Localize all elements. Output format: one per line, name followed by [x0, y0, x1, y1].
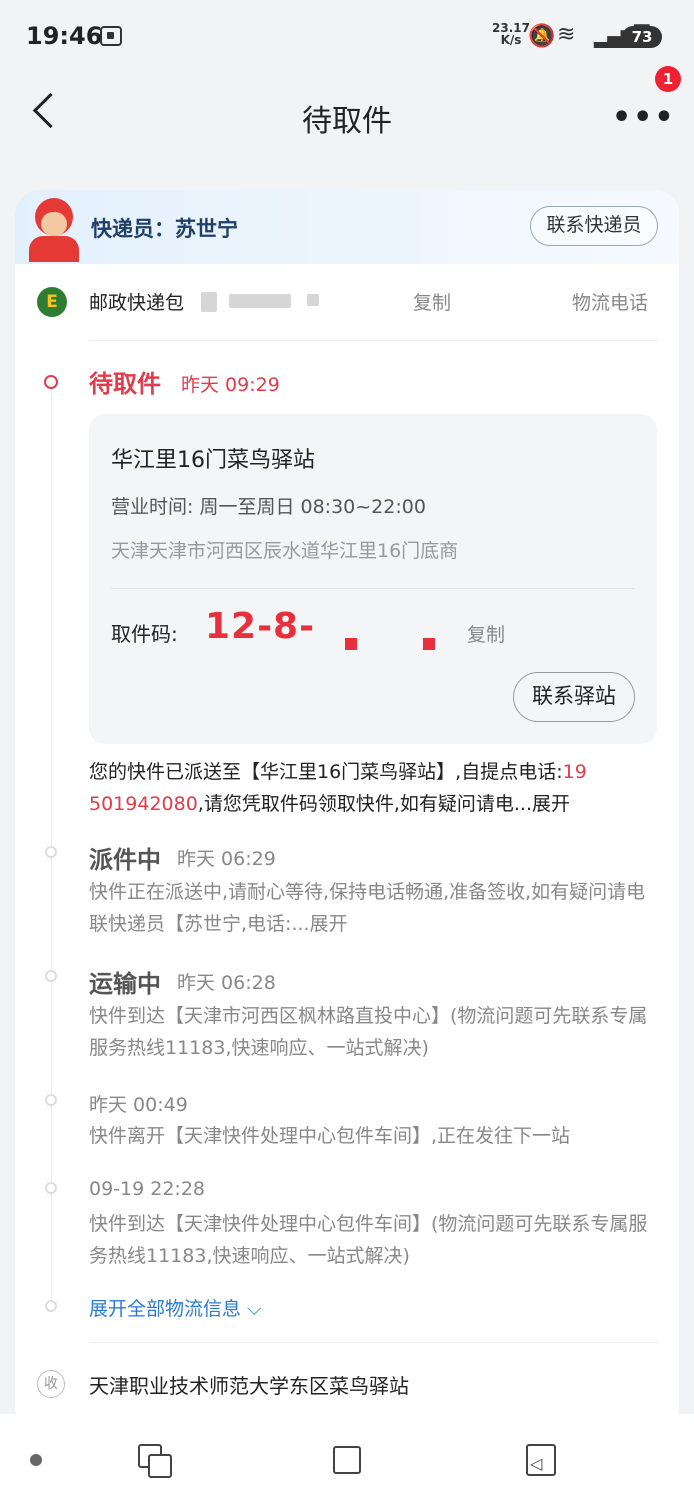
- station-address: 天津天津市河西区辰水道华江里16门底商: [111, 540, 459, 562]
- redacted-code: [345, 638, 357, 650]
- timeline-dot: [45, 1300, 57, 1312]
- event-description[interactable]: 快件正在派送中,请耐心等待,保持电话畅通,准备签收,如有疑问请电联快递员【苏世宁…: [89, 876, 649, 940]
- page-title: 待取件: [302, 104, 392, 139]
- pickup-code: 12-8-: [205, 606, 316, 647]
- event-time: 昨天 06:29: [177, 848, 276, 870]
- logistics-phone-button[interactable]: 物流电话: [572, 288, 648, 315]
- clock: 19:46: [26, 22, 103, 50]
- current-status-time: 昨天 09:29: [181, 374, 280, 396]
- current-status: 待取件: [89, 370, 161, 398]
- redacted-tracking: [201, 292, 217, 312]
- recent-apps-icon[interactable]: [148, 1454, 172, 1478]
- event-time: 昨天 00:49: [89, 1094, 188, 1116]
- station-name: 华江里16门菜鸟驿站: [111, 448, 315, 473]
- business-hours: 营业时间: 周一至周日 08:30~22:00: [111, 496, 426, 518]
- more-menu-button[interactable]: •••: [612, 100, 676, 135]
- timeline-dot: [45, 1182, 57, 1194]
- ems-logo-icon: E: [37, 287, 67, 317]
- divider: [111, 588, 635, 589]
- pickup-code-label: 取件码:: [111, 622, 178, 646]
- wifi-icon: ≋: [557, 22, 576, 47]
- event-status: 派件中: [89, 846, 161, 874]
- expand-all-logistics-link[interactable]: 展开全部物流信息 ⌵: [89, 1294, 261, 1321]
- courier-avatar: [27, 196, 83, 262]
- courier-header: 快递员：苏世宁 联系快递员: [15, 190, 679, 264]
- event-status: 运输中: [89, 970, 161, 998]
- timeline-dot: [45, 846, 57, 858]
- redacted-tracking: [229, 294, 291, 308]
- timeline-dot: [45, 1094, 57, 1106]
- station-phone-link[interactable]: 19: [563, 761, 587, 783]
- pickup-station-box: 华江里16门菜鸟驿站 营业时间: 周一至周日 08:30~22:00 天津天津市…: [89, 414, 657, 744]
- redacted-code: [423, 638, 435, 650]
- network-speed: 23.17 K/s: [492, 21, 530, 47]
- mute-icon: 🔕: [528, 24, 556, 49]
- home-icon[interactable]: [333, 1446, 361, 1474]
- event-time: 09-19 22:28: [89, 1178, 206, 1200]
- carrier-name: 邮政快递包: [89, 292, 185, 314]
- event-description: 快件到达【天津快件处理中心包件车间】(物流问题可先联系专属服务热线11183,快…: [89, 1213, 648, 1267]
- courier-name: 快递员：苏世宁: [91, 217, 238, 241]
- notification-badge: 1: [655, 66, 681, 92]
- contact-courier-button[interactable]: 联系快递员: [530, 206, 658, 246]
- redacted-tracking: [307, 294, 319, 306]
- screenshot-icon: [100, 26, 122, 46]
- event-description: 快件到达【天津市河西区枫林路直投中心】(物流问题可先联系专属服务热线11183,…: [89, 1005, 648, 1059]
- current-status-description[interactable]: 您的快件已派送至【华江里16门菜鸟驿站】,自提点电话:19 501942080,请…: [89, 756, 669, 820]
- event-description: 快件离开【天津快件处理中心包件车间】,正在发往下一站: [89, 1125, 571, 1147]
- event-time: 昨天 06:28: [177, 972, 276, 994]
- divider: [89, 340, 657, 341]
- station-phone-link[interactable]: 501942080: [89, 793, 198, 815]
- logistics-card: 快递员：苏世宁 联系快递员 E 邮政快递包 复制 物流电话 待取件 昨天 09:…: [15, 190, 679, 1430]
- back-arrow-icon: ◁: [530, 1454, 543, 1473]
- assistant-dot-icon[interactable]: [30, 1454, 42, 1466]
- contact-station-button[interactable]: 联系驿站: [513, 672, 635, 722]
- battery-indicator: 73: [622, 26, 662, 48]
- receiver-address: 天津职业技术师范大学东区菜鸟驿站: [89, 1374, 409, 1398]
- timeline-dot-current: [44, 375, 58, 389]
- status-bar: 19:46 23.17 K/s 🔕 ≋ ▂▄▆█ 73: [0, 0, 694, 72]
- timeline-dot: [45, 970, 57, 982]
- system-nav-bar: ◁: [0, 1414, 694, 1503]
- copy-tracking-button[interactable]: 复制: [413, 288, 451, 315]
- divider: [89, 1342, 657, 1343]
- receive-icon: 收: [37, 1370, 65, 1398]
- copy-pickup-code-button[interactable]: 复制: [467, 620, 505, 647]
